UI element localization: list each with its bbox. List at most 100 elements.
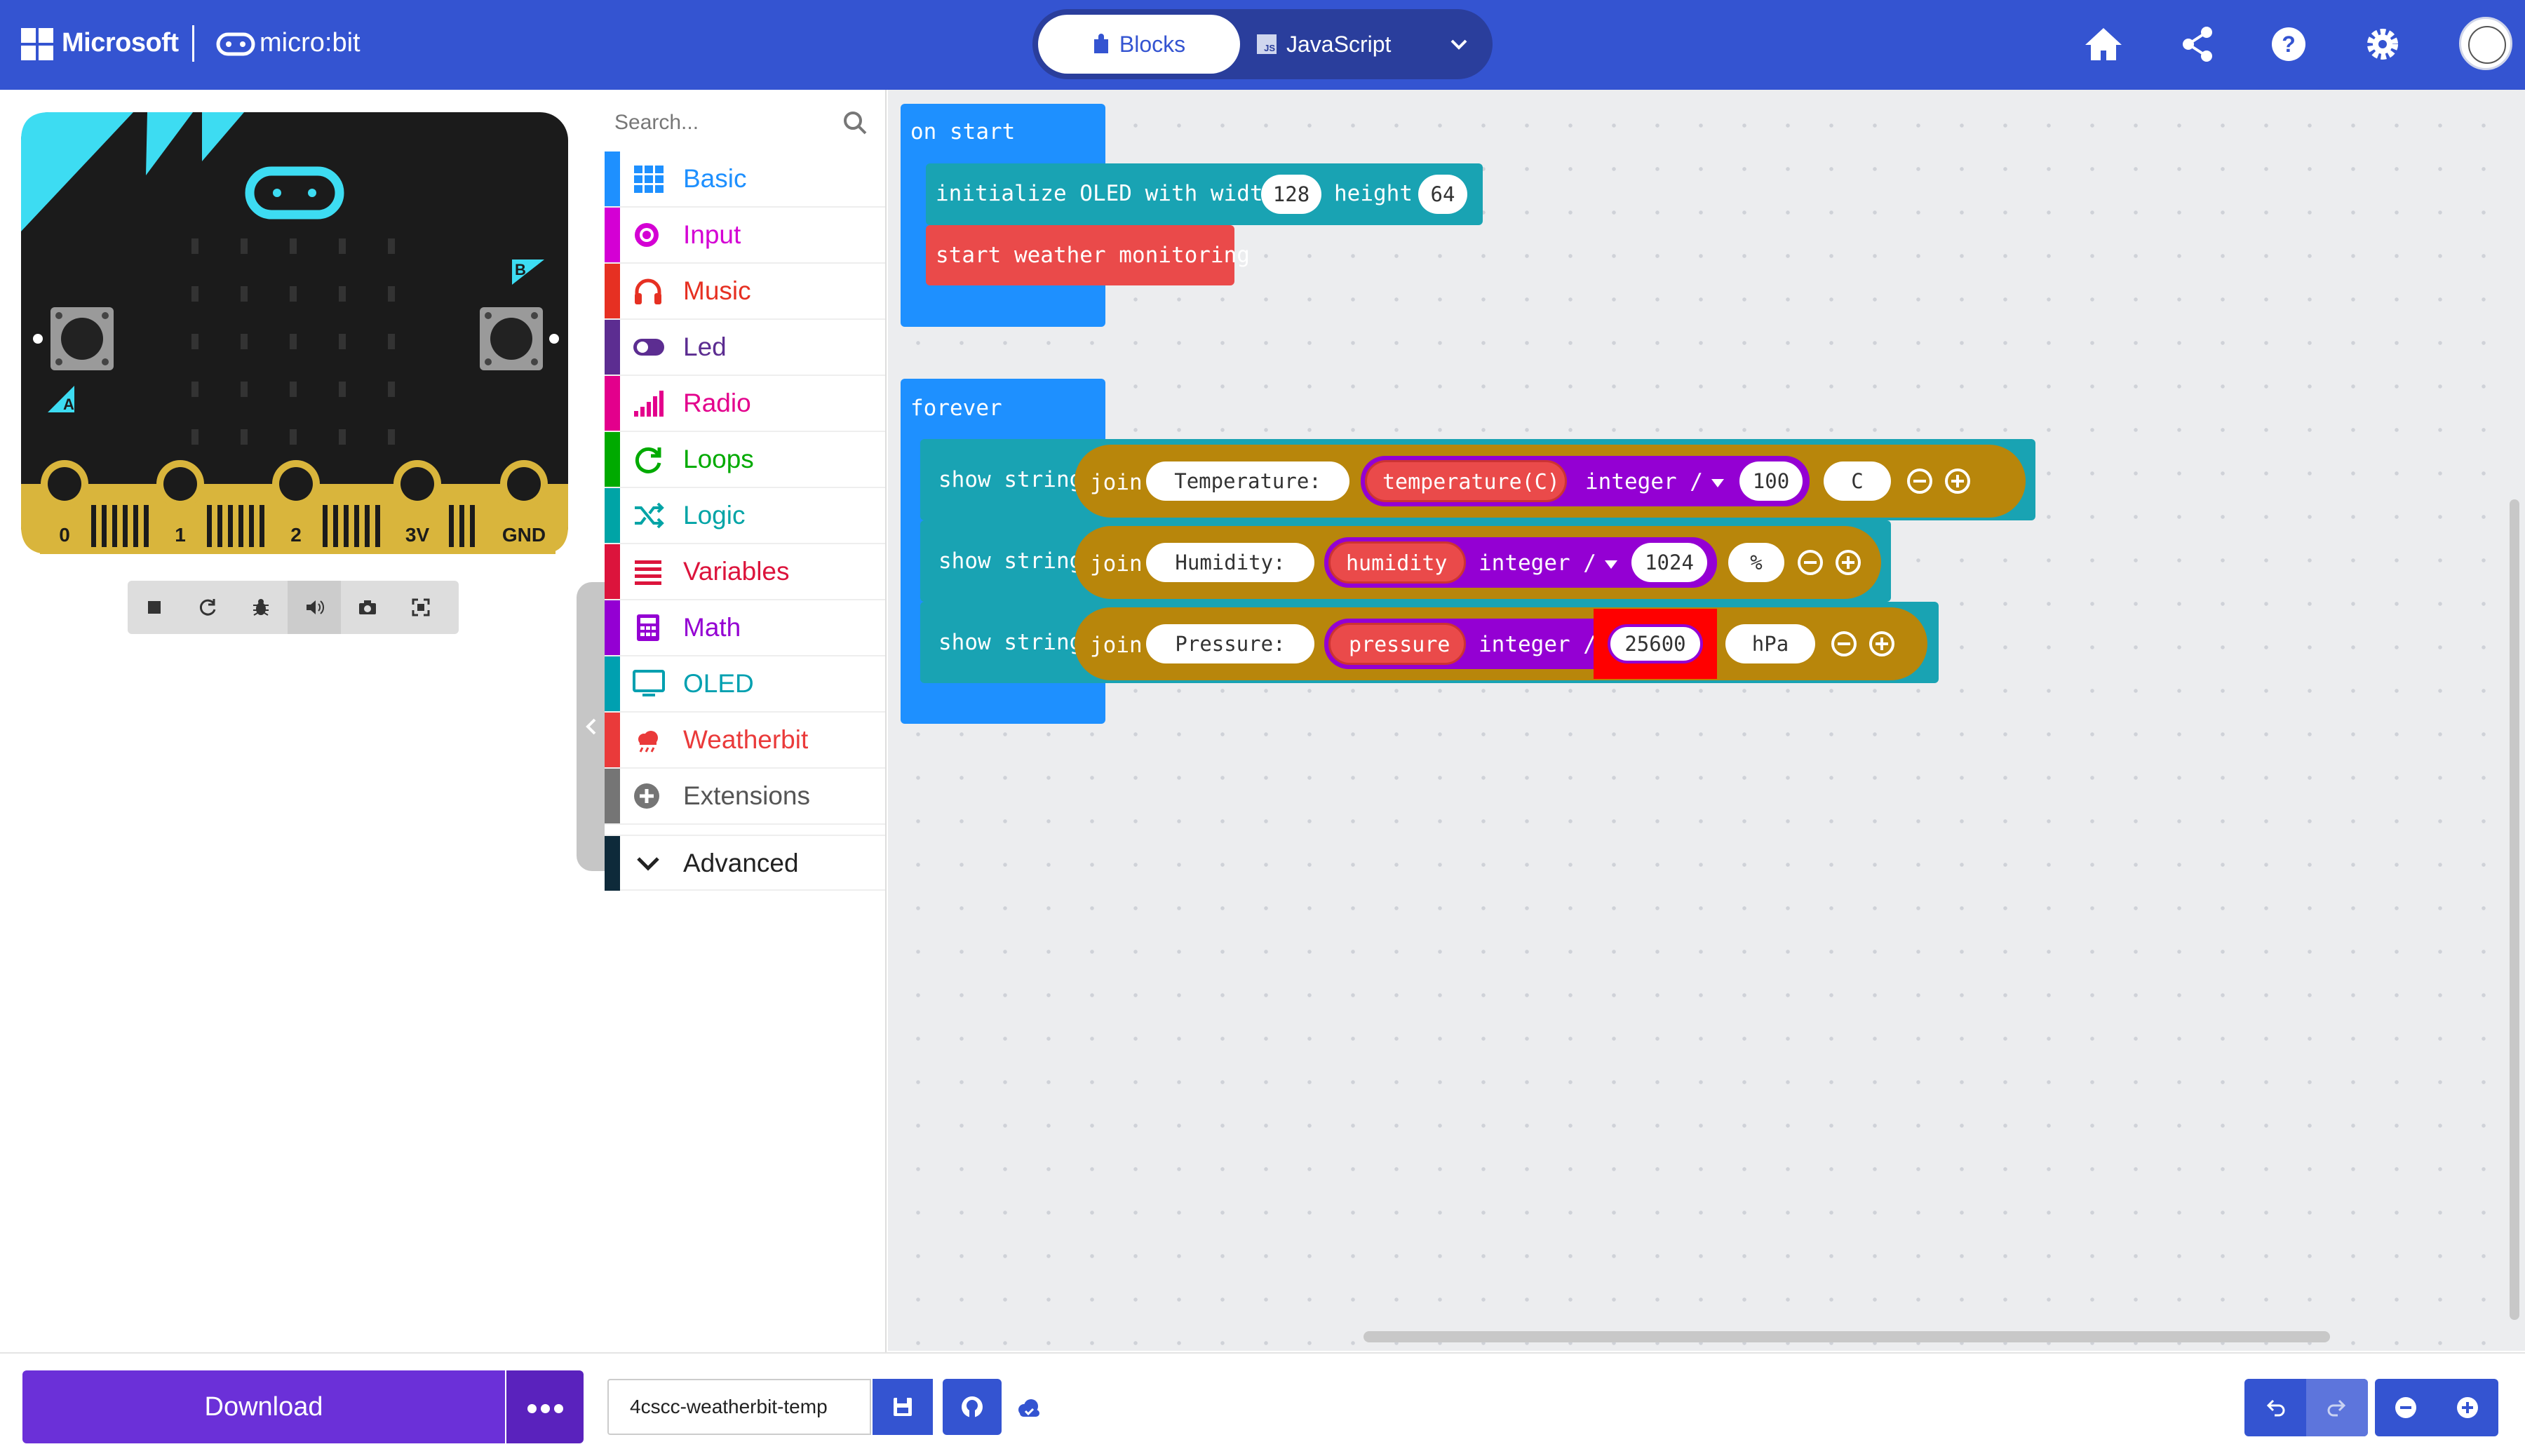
tab-javascript[interactable]: JS JavaScript	[1257, 15, 1418, 74]
add-input-icon[interactable]	[1835, 549, 1861, 576]
redo-button[interactable]	[2306, 1379, 2368, 1436]
text-input[interactable]: Temperature:	[1146, 461, 1349, 501]
chevron-down-icon[interactable]	[1439, 25, 1479, 64]
github-icon	[962, 1396, 983, 1418]
pin-1[interactable]: 1	[156, 460, 205, 554]
button-a-label: A	[63, 396, 74, 413]
button-a[interactable]	[50, 307, 114, 370]
screenshot-button[interactable]	[341, 581, 394, 634]
more-dot	[527, 1404, 537, 1413]
category-radio[interactable]: Radio	[605, 376, 885, 432]
text-input[interactable]: Humidity:	[1146, 543, 1314, 582]
join-label: join	[1090, 551, 1143, 577]
restart-button[interactable]	[181, 581, 234, 634]
category-advanced[interactable]: Advanced	[605, 835, 885, 891]
humidity-reporter[interactable]: humidity	[1328, 541, 1466, 584]
category-loops[interactable]: Loops	[605, 432, 885, 488]
help-icon[interactable]: ?	[2265, 21, 2312, 67]
category-extensions[interactable]: Extensions	[605, 769, 885, 825]
show-string-block[interactable]: show string join Pressure: pressure inte…	[920, 602, 1939, 683]
divisor-input[interactable]: 100	[1739, 461, 1803, 501]
brand-divider	[192, 25, 194, 62]
zoom-out-button[interactable]	[2375, 1379, 2437, 1436]
download-more-button[interactable]	[506, 1370, 584, 1443]
category-math[interactable]: Math	[605, 600, 885, 656]
collapse-simulator-handle[interactable]	[577, 582, 605, 871]
button-b[interactable]	[480, 307, 543, 370]
text-input[interactable]: Pressure:	[1146, 624, 1314, 663]
oled-height-input[interactable]: 64	[1418, 175, 1467, 214]
temperature-label: temperature(C)	[1382, 470, 1560, 494]
divisor-input[interactable]: 1024	[1631, 543, 1707, 582]
category-input[interactable]: Input	[605, 208, 885, 264]
zoom-out-icon	[2395, 1397, 2416, 1418]
operator-dropdown[interactable]: integer /	[1585, 469, 1724, 494]
vertical-scrollbar[interactable]	[2510, 499, 2519, 1320]
join-block[interactable]: join Temperature: temperature(C) integer…	[1075, 445, 2026, 518]
integer-divide-block[interactable]: humidity integer / 1024	[1324, 537, 1717, 588]
cloud-icon[interactable]	[1014, 1397, 1044, 1420]
oled-width-input[interactable]: 128	[1261, 175, 1321, 214]
add-input-icon[interactable]	[1944, 468, 1971, 494]
category-color-bar	[605, 432, 620, 487]
user-avatar[interactable]	[2459, 17, 2512, 70]
horizontal-scrollbar[interactable]	[1364, 1331, 2330, 1342]
show-string-block[interactable]: show string join Temperature: temperatur…	[920, 439, 2035, 520]
divisor-input[interactable]: 25600	[1608, 624, 1703, 663]
show-string-block[interactable]: show string join Humidity: humidity inte…	[920, 520, 1891, 602]
category-color-bar	[605, 600, 620, 655]
signal-icon	[634, 391, 664, 417]
search-icon[interactable]	[842, 109, 870, 137]
remove-input-icon[interactable]	[1831, 631, 1857, 657]
category-weatherbit[interactable]: Weatherbit	[605, 713, 885, 769]
undo-button[interactable]	[2244, 1379, 2306, 1436]
share-icon[interactable]	[2174, 21, 2221, 67]
category-color-bar	[605, 656, 620, 711]
integer-divide-block[interactable]: temperature(C) integer / 100	[1361, 456, 1810, 506]
start-weather-monitoring-block[interactable]: start weather monitoring	[926, 225, 1250, 285]
category-music[interactable]: Music	[605, 264, 885, 320]
blocks-workspace[interactable]: on start initialize OLED with width 128 …	[888, 90, 2525, 1351]
pin-2[interactable]: 2	[271, 460, 321, 554]
project-name-input[interactable]	[607, 1379, 871, 1435]
pin-0[interactable]: 0	[40, 460, 89, 554]
initialize-oled-block[interactable]: initialize OLED with width 128 height 64	[926, 163, 1483, 225]
zoom-in-button[interactable]	[2437, 1379, 2498, 1436]
pressure-reporter[interactable]: pressure	[1328, 623, 1466, 665]
operator-label: integer /	[1479, 551, 1596, 576]
category-led[interactable]: Led	[605, 320, 885, 376]
join-block[interactable]: join Humidity: humidity integer / 1024 %	[1075, 526, 1881, 599]
search-input[interactable]	[613, 101, 826, 144]
unit-input[interactable]: hPa	[1725, 624, 1815, 663]
on-start-label: on start	[910, 119, 1016, 144]
category-logic[interactable]: Logic	[605, 488, 885, 544]
temperature-reporter[interactable]: temperature(C)	[1365, 460, 1567, 502]
tab-blocks[interactable]: Blocks	[1038, 15, 1240, 74]
save-button[interactable]	[873, 1379, 933, 1435]
add-input-icon[interactable]	[1868, 631, 1895, 657]
microbit-brand[interactable]: micro:bit	[260, 28, 361, 58]
fullscreen-button[interactable]	[394, 581, 447, 634]
settings-icon[interactable]	[2359, 21, 2406, 67]
github-button[interactable]	[943, 1379, 1002, 1435]
unit-input[interactable]: C	[1824, 461, 1891, 501]
category-color-bar	[605, 488, 620, 543]
category-oled[interactable]: OLED	[605, 656, 885, 713]
category-basic[interactable]: Basic	[605, 151, 885, 208]
remove-input-icon[interactable]	[1797, 549, 1824, 576]
category-variables[interactable]: Variables	[605, 544, 885, 600]
sound-button[interactable]	[288, 581, 341, 634]
shuffle-icon	[635, 502, 664, 529]
unit-input[interactable]: %	[1728, 543, 1784, 582]
join-block[interactable]: join Pressure: pressure integer / 25600 …	[1075, 607, 1927, 680]
microbit-board[interactable]: A B 0 1 2 3V GND	[21, 112, 568, 554]
more-dot	[554, 1404, 563, 1413]
download-button[interactable]: Download	[22, 1370, 505, 1443]
remove-input-icon[interactable]	[1906, 468, 1933, 494]
category-color-bar	[605, 836, 620, 891]
home-icon[interactable]	[2080, 21, 2127, 67]
debug-button[interactable]	[234, 581, 288, 634]
pin-3v[interactable]: 3V	[393, 460, 446, 554]
operator-dropdown[interactable]: integer /	[1479, 551, 1617, 576]
stop-button[interactable]	[128, 581, 181, 634]
